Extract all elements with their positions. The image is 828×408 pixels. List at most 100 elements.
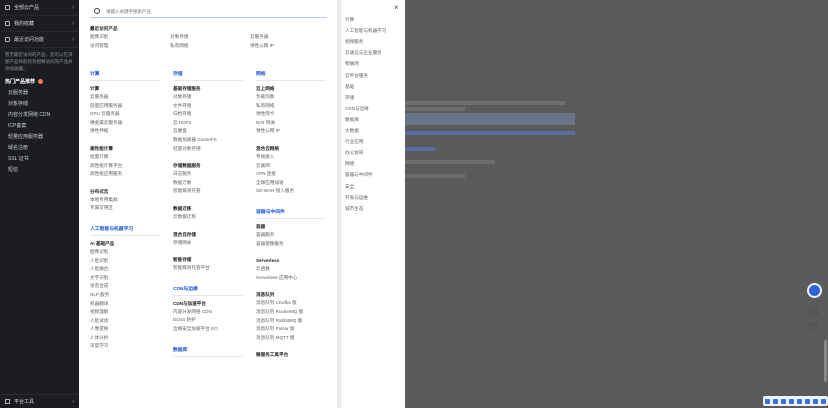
product-link[interactable]: 深度学习 — [90, 342, 168, 351]
toolbar-icon[interactable] — [813, 398, 819, 404]
product-link[interactable]: SD-WAN 接入服务 — [256, 187, 334, 196]
product-link[interactable]: 容器镜像服务 — [256, 240, 334, 249]
sidebar-item[interactable]: 域名注册 — [0, 143, 79, 154]
category-index-item[interactable]: 云平台服务 — [345, 73, 368, 79]
sidebar-item[interactable]: 内容分发网络 CDN — [0, 110, 79, 121]
sidebar-item[interactable]: 对象存储 — [0, 99, 79, 110]
sidebar-item[interactable]: 短信 — [0, 165, 79, 176]
product-link[interactable]: 云 HDFS — [173, 119, 251, 128]
category-index-item[interactable]: CDN与边缘 — [345, 106, 369, 112]
product-link[interactable]: 人体分析 — [90, 334, 168, 343]
category-index-item[interactable]: 人工智能与机器学习 — [345, 28, 386, 34]
category-title[interactable]: 数据库 — [173, 346, 251, 356]
close-icon[interactable]: × — [394, 3, 399, 12]
product-link[interactable]: 文件存储 — [173, 102, 251, 111]
recent-product-link[interactable]: 私有网络 — [170, 42, 250, 51]
product-link[interactable]: 轻量对象存储 — [173, 145, 251, 154]
toolbar-icon[interactable] — [805, 398, 811, 404]
product-link[interactable]: 人脸融合 — [90, 265, 168, 274]
category-index-item[interactable]: 容器与中间件 — [345, 172, 373, 178]
product-link[interactable]: 轻量应用服务器 — [90, 102, 168, 111]
category-title[interactable]: 人工智能与机器学习 — [90, 225, 168, 235]
product-link[interactable]: 负载均衡 — [256, 93, 334, 102]
product-link[interactable]: 私有网络 — [256, 102, 334, 111]
sidebar-item[interactable]: SSL 证书 — [0, 154, 79, 165]
product-link[interactable]: 本地专用集群 — [90, 196, 168, 205]
category-title[interactable]: 容器与中间件 — [256, 208, 334, 218]
product-link[interactable]: 视频理解 — [90, 308, 168, 317]
product-link[interactable]: 消息队列 MQTT 版 — [256, 334, 334, 343]
product-link[interactable]: 归档存储 — [173, 110, 251, 119]
scrollbar[interactable] — [824, 340, 827, 382]
product-link[interactable]: 内容分发网络 CDN — [173, 308, 251, 317]
product-link[interactable]: 日志服务 — [173, 170, 251, 179]
category-title[interactable]: 网络 — [256, 70, 334, 80]
sidebar-row[interactable]: 全部云产品 › — [0, 0, 79, 16]
product-link[interactable]: 智能媒资托管 — [173, 187, 251, 196]
category-title[interactable]: CDN与边缘 — [173, 285, 251, 295]
sidebar-item[interactable]: 轻量应用服务器 — [0, 132, 79, 143]
platform-tools-row[interactable]: 平台工具 › — [0, 394, 79, 408]
category-index-item[interactable]: 物联网 — [345, 61, 359, 67]
category-index-item[interactable]: 行业应用 — [345, 139, 363, 145]
category-index-item[interactable]: 云通信与企业服务 — [345, 50, 382, 56]
product-link[interactable]: 边缘安全加速平台 EO — [173, 325, 251, 334]
toolbar-icon[interactable] — [797, 398, 803, 404]
product-link[interactable]: 消息队列 Pulsar 版 — [256, 325, 334, 334]
category-index-item[interactable]: 开发与运维 — [345, 195, 368, 201]
product-link[interactable]: 人脸识别 — [90, 257, 168, 266]
product-link[interactable]: 数据万象 — [173, 179, 251, 188]
feedback-icon[interactable] — [809, 322, 818, 331]
product-link[interactable]: 存储网关 — [173, 239, 251, 248]
product-search-input[interactable] — [104, 7, 308, 15]
product-link[interactable]: 弹性网卡 — [256, 110, 334, 119]
category-index-item[interactable]: 安全 — [345, 184, 354, 190]
product-link[interactable]: 裸金属云服务器 — [90, 119, 168, 128]
product-link[interactable]: 云联网 — [256, 162, 334, 171]
category-title[interactable]: 计算 — [90, 70, 168, 80]
product-link[interactable]: DDoS 防护 — [173, 316, 251, 325]
product-link[interactable]: GPU 云服务器 — [90, 110, 168, 119]
product-link[interactable]: 批量计算 — [90, 153, 168, 162]
category-index-item[interactable]: 城市生态 — [345, 206, 363, 212]
product-link[interactable]: 智能媒资托管平台 — [173, 264, 251, 273]
product-link[interactable]: 高性能应用服务 — [90, 170, 168, 179]
product-link[interactable]: 容器服务 — [256, 231, 334, 240]
recent-product-link[interactable]: 弹性公网 IP — [250, 42, 330, 51]
product-link[interactable]: 语音合成 — [90, 282, 168, 291]
category-index-item[interactable]: 基础 — [345, 84, 354, 90]
product-link[interactable]: 专线接入 — [256, 153, 334, 162]
sidebar-item[interactable]: ICP备案 — [0, 121, 79, 132]
toolbar-icon[interactable] — [772, 398, 778, 404]
product-search-box[interactable] — [90, 5, 327, 18]
product-link[interactable]: 专属可用区 — [90, 204, 168, 213]
category-title[interactable]: 存储 — [173, 70, 251, 80]
product-link[interactable]: 图像识别 — [90, 248, 168, 257]
product-link[interactable]: VPN 连接 — [256, 170, 334, 179]
product-link[interactable]: 云服务器 — [90, 93, 168, 102]
product-link[interactable]: 人像变换 — [90, 325, 168, 334]
sidebar-row[interactable]: 最近访问功能 › — [0, 32, 79, 48]
category-index-item[interactable]: 存储 — [345, 95, 354, 101]
product-link[interactable]: 文字识别 — [90, 274, 168, 283]
contact-icon[interactable] — [809, 307, 818, 316]
product-link[interactable]: 全球应用加速 — [256, 179, 334, 188]
product-link[interactable]: NLP 服务 — [90, 291, 168, 300]
category-index-item[interactable]: 办公协同 — [345, 150, 363, 156]
recent-product-link[interactable]: 云服务器 — [250, 33, 330, 42]
recent-product-link[interactable]: 对象存储 — [170, 33, 250, 42]
product-link[interactable]: Serverless 应用中心 — [256, 274, 334, 283]
category-index-item[interactable]: 网络 — [345, 161, 354, 167]
assistant-float-button[interactable] — [807, 283, 822, 298]
product-link[interactable]: 弹性伸缩 — [90, 127, 168, 136]
toolbar-icon[interactable] — [764, 398, 770, 404]
product-link[interactable]: 云函数 — [256, 265, 334, 274]
product-link[interactable]: 消息队列 RocketMQ 版 — [256, 308, 334, 317]
sidebar-row[interactable]: 我的收藏 › — [0, 16, 79, 32]
category-index-item[interactable]: 计算 — [345, 17, 354, 23]
toolbar-icon[interactable] — [788, 398, 794, 404]
product-link[interactable]: 弹性公网 IP — [256, 127, 334, 136]
toolbar-icon[interactable] — [821, 398, 827, 404]
sidebar-item[interactable]: 云服务器 — [0, 88, 79, 99]
category-index-item[interactable]: 数据库 — [345, 117, 359, 123]
